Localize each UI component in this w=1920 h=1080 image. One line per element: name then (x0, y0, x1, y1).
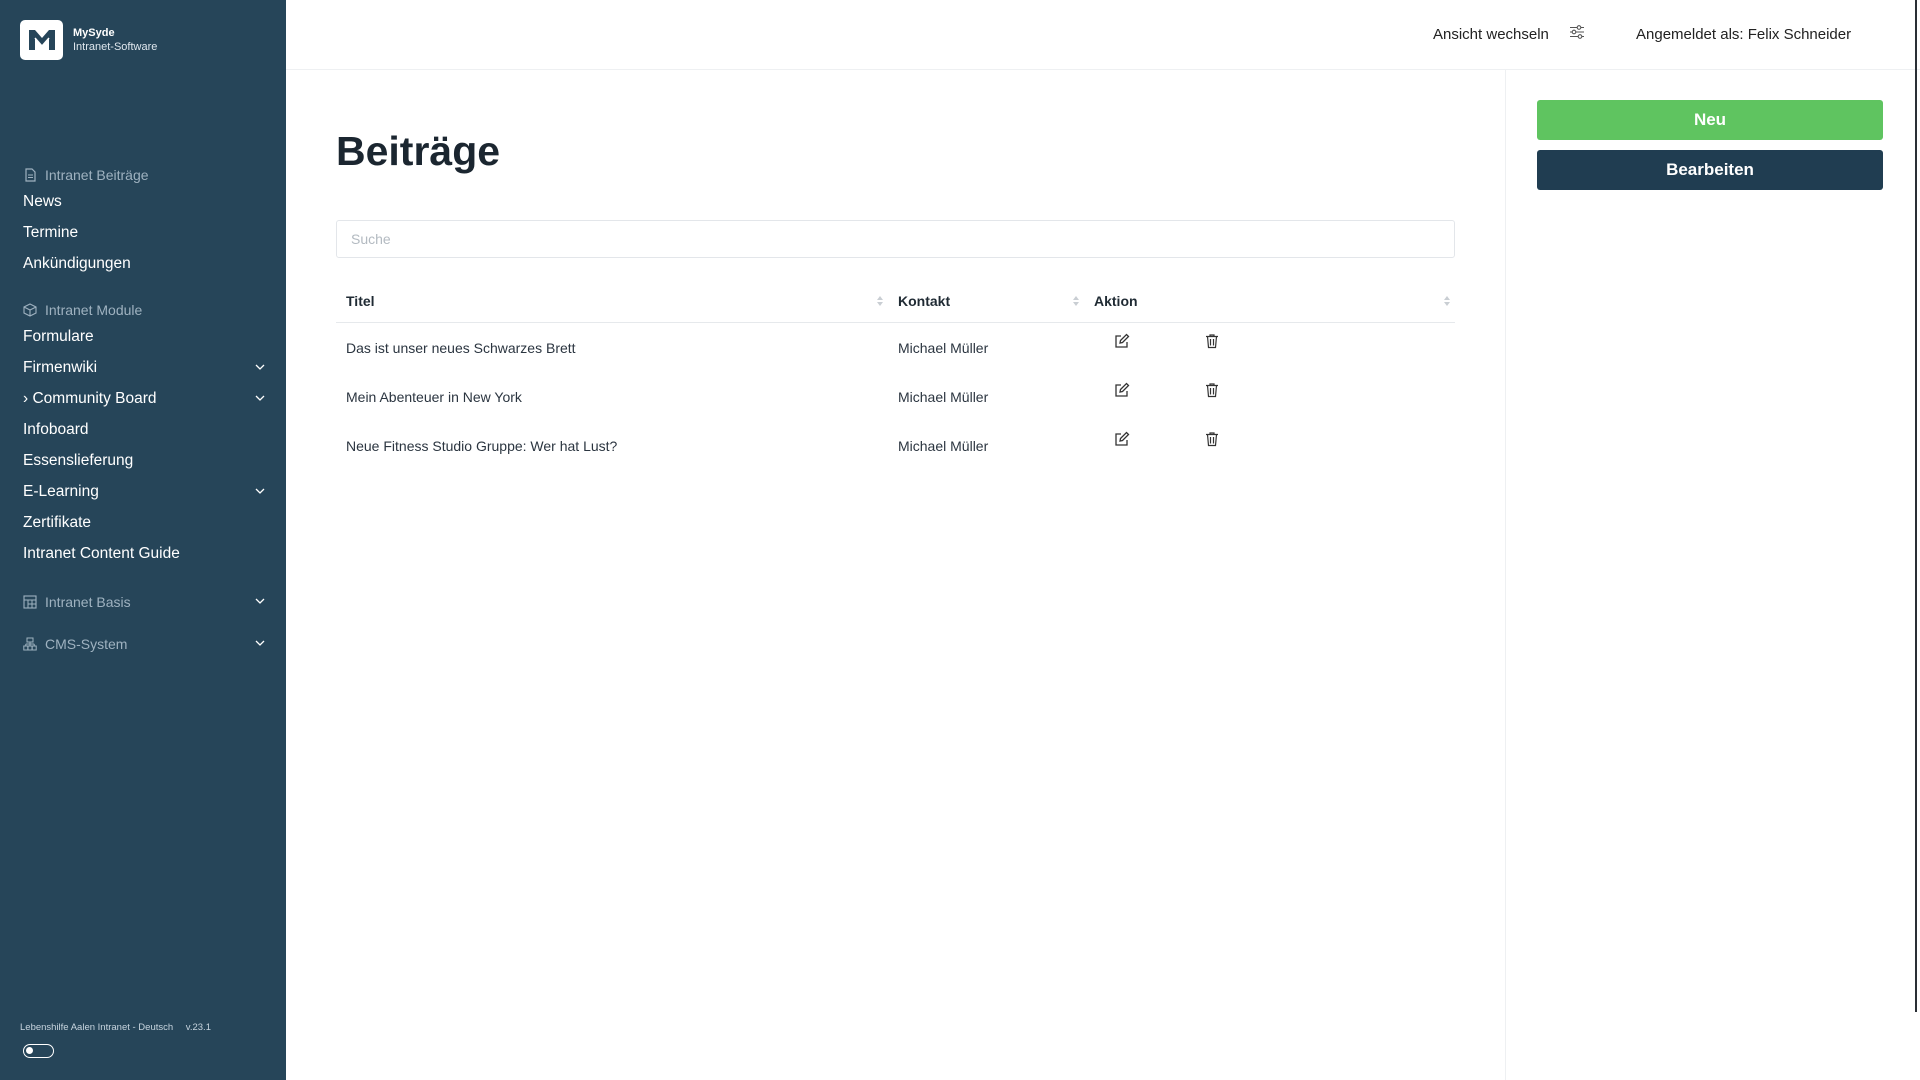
sidebar-section-intranet-basis[interactable]: Intranet Basis (0, 591, 286, 613)
sidebar-item-zertifikate[interactable]: Zertifikate (0, 507, 286, 538)
sort-icon[interactable] (876, 294, 884, 310)
toggle-knob (26, 1047, 33, 1054)
sidebar-item-label: Termine (23, 223, 79, 241)
trash-icon[interactable] (1204, 431, 1220, 450)
sitemap-icon (23, 637, 37, 651)
sidebar-item-news[interactable]: News (0, 186, 286, 217)
sidebar-section-label: CMS-System (45, 636, 128, 652)
sidebar-section-intranet-module[interactable]: Intranet Module (0, 299, 286, 321)
edit-icon[interactable] (1114, 431, 1130, 450)
sidebar-item-infoboard[interactable]: Infoboard (0, 414, 286, 445)
view-switch-button[interactable]: Ansicht wechseln (1433, 24, 1585, 44)
sidebar-item-label: Infoboard (23, 420, 89, 438)
trash-icon[interactable] (1204, 382, 1220, 401)
cell-actions (1084, 421, 1455, 470)
sidebar-section-label: Intranet Beiträge (45, 167, 149, 183)
sidebar-item-label: Formulare (23, 327, 94, 345)
chevron-down-icon[interactable] (254, 636, 266, 652)
brand-subtitle: Intranet-Software (73, 41, 158, 53)
column-header-titel[interactable]: Titel (336, 279, 888, 323)
chevron-down-icon[interactable] (254, 484, 266, 502)
chevron-down-icon[interactable] (254, 594, 266, 610)
chevron-down-icon[interactable] (254, 391, 266, 409)
sidebar-item-community-board[interactable]: › Community Board (0, 383, 286, 414)
cell-contact: Michael Müller (898, 437, 989, 454)
sidebar-item-label: Firmenwiki (23, 358, 98, 376)
column-header-kontakt[interactable]: Kontakt (888, 279, 1084, 323)
scrollbar[interactable] (1915, 0, 1917, 1012)
trash-icon[interactable] (1204, 333, 1220, 352)
sidebar-item-label: E-Learning (23, 482, 99, 500)
cell-actions (1084, 323, 1455, 372)
brand-name: MySyde (73, 27, 115, 39)
cell-title: Das ist unser neues Schwarzes Brett (346, 339, 576, 356)
cell-title: Mein Abenteuer in New York (346, 388, 522, 405)
sidebar-item-label: Zertifikate (23, 513, 92, 531)
sort-icon[interactable] (1072, 294, 1080, 310)
sidebar-section-label: Intranet Module (45, 302, 143, 318)
table-row[interactable]: Neue Fitness Studio Gruppe: Wer hat Lust… (336, 421, 1455, 470)
column-label: Aktion (1094, 292, 1138, 309)
table-header: Titel Kontakt Aktion (336, 279, 1455, 323)
sidebar-section-intranet-beitraege[interactable]: Intranet Beiträge (0, 164, 286, 186)
column-label: Kontakt (898, 292, 951, 309)
document-icon (23, 168, 37, 182)
sidebar-item-firmenwiki[interactable]: Firmenwiki (0, 352, 286, 383)
instance-label: Lebenshilfe Aalen Intranet - Deutsch (20, 1022, 174, 1033)
grid-icon (23, 595, 37, 609)
sidebar-item-intranet-content-guide[interactable]: Intranet Content Guide (0, 538, 286, 569)
sidebar-item-label: Ankündigungen (23, 254, 131, 272)
column-label: Titel (346, 292, 375, 309)
edit-icon[interactable] (1114, 382, 1130, 401)
sidebar-item-label: Intranet Content Guide (23, 544, 180, 562)
cell-actions (1084, 372, 1455, 421)
cube-icon (23, 303, 37, 317)
sidebar-item-label: Essenslieferung (23, 451, 134, 469)
sort-icon[interactable] (1443, 294, 1451, 310)
version-label: v.23.1 (185, 1022, 211, 1033)
sidebar-nav: Intranet Beiträge News Termine Ankündigu… (0, 164, 286, 655)
brand[interactable]: MySyde Intranet-Software (20, 20, 157, 60)
edit-button[interactable]: Bearbeiten (1537, 150, 1883, 190)
cell-contact: Michael Müller (898, 339, 989, 356)
search-input[interactable] (336, 220, 1455, 258)
sidebar-item-label: › Community Board (23, 389, 157, 407)
logged-in-user[interactable]: Angemeldet als: Felix Schneider (1636, 26, 1851, 43)
table-row[interactable]: Mein Abenteuer in New York Michael Mülle… (336, 372, 1455, 421)
sliders-icon (1569, 24, 1585, 44)
top-bar: Ansicht wechseln Angemeldet als: Felix S… (286, 0, 1920, 70)
table-row[interactable]: Das ist unser neues Schwarzes Brett Mich… (336, 323, 1455, 372)
page-title: Beiträge (336, 128, 501, 174)
cell-title: Neue Fitness Studio Gruppe: Wer hat Lust… (346, 437, 618, 454)
sidebar-section-cms-system[interactable]: CMS-System (0, 633, 286, 655)
main-content: Beiträge Titel Kontakt Aktion Das ist un… (286, 70, 1505, 1080)
chevron-down-icon[interactable] (254, 360, 266, 378)
view-switch-label: Ansicht wechseln (1433, 25, 1549, 43)
posts-table: Titel Kontakt Aktion Das ist unser neues… (336, 279, 1455, 470)
sidebar-item-termine[interactable]: Termine (0, 217, 286, 248)
sidebar: MySyde Intranet-Software Intranet Beiträ… (0, 0, 286, 1080)
cell-contact: Michael Müller (898, 388, 989, 405)
theme-toggle[interactable] (23, 1044, 54, 1058)
sidebar-section-label: Intranet Basis (45, 594, 131, 610)
column-header-aktion[interactable]: Aktion (1084, 279, 1455, 323)
mysyde-logo-icon (20, 20, 63, 60)
edit-icon[interactable] (1114, 333, 1130, 352)
action-panel: Neu Bearbeiten (1505, 70, 1920, 1080)
sidebar-footer-info: Lebenshilfe Aalen Intranet - Deutsch v.2… (20, 1022, 211, 1033)
sidebar-item-ankuendigungen[interactable]: Ankündigungen (0, 248, 286, 279)
sidebar-item-e-learning[interactable]: E-Learning (0, 476, 286, 507)
sidebar-item-label: News (23, 192, 62, 210)
sidebar-item-formulare[interactable]: Formulare (0, 321, 286, 352)
new-button[interactable]: Neu (1537, 100, 1883, 140)
sidebar-item-essenslieferung[interactable]: Essenslieferung (0, 445, 286, 476)
